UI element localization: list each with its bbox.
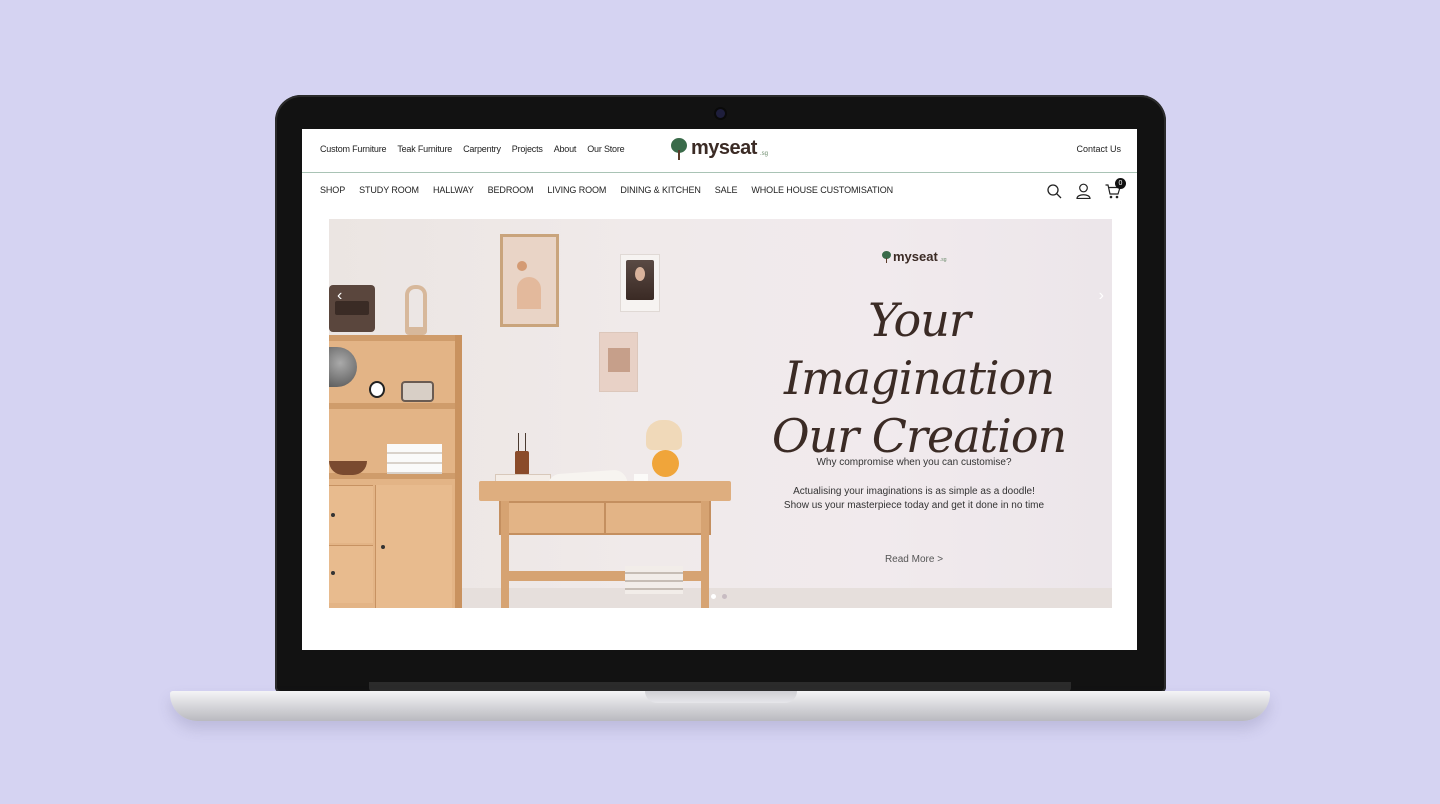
top-link-custom-furniture[interactable]: Custom Furniture [320, 144, 387, 154]
top-bar: Custom Furniture Teak Furniture Carpentr… [302, 129, 1137, 173]
top-links: Custom Furniture Teak Furniture Carpentr… [320, 144, 625, 154]
next-slide-arrow[interactable]: › [1099, 287, 1104, 305]
top-link-about[interactable]: About [554, 144, 577, 154]
nav-shop[interactable]: SHOP [320, 185, 345, 195]
logo-text: myseat [691, 137, 757, 159]
lamp-base-graphic [652, 450, 679, 477]
logo-suffix: .sg [759, 150, 768, 157]
website-screen: Custom Furniture Teak Furniture Carpentr… [302, 129, 1137, 650]
hero-logo: myseat .sg [882, 249, 946, 264]
slide-indicators [711, 594, 727, 599]
vintage-radio-graphic [329, 285, 375, 332]
hero-headline: Your Imagination Our Creation [759, 291, 1079, 465]
hero-banner: myseat .sg Your Imagination Our Creation… [329, 219, 1112, 608]
webcam [716, 109, 725, 118]
laptop-notch [645, 691, 797, 703]
portrait-photo [620, 254, 660, 312]
read-more-link[interactable]: Read More > [759, 554, 1069, 565]
wall-art-frame [500, 234, 559, 327]
hero-body: Actualising your imaginations is as simp… [759, 485, 1069, 513]
nav-living-room[interactable]: LIVING ROOM [547, 185, 606, 195]
site-logo[interactable]: myseat .sg [670, 137, 768, 160]
books-graphic [387, 444, 442, 474]
wall-photo [599, 332, 638, 392]
top-link-projects[interactable]: Projects [512, 144, 543, 154]
nav-sale[interactable]: SALE [715, 185, 738, 195]
prev-slide-arrow[interactable]: ‹ [337, 287, 342, 305]
diffuser-graphic [515, 451, 529, 475]
slide-dot-2[interactable] [722, 594, 727, 599]
user-icon[interactable] [1076, 183, 1091, 204]
desk-leg [701, 501, 709, 608]
hero-logo-text: myseat [893, 249, 938, 264]
top-link-carpentry[interactable]: Carpentry [463, 144, 501, 154]
nav-icons: 0 [1047, 177, 1126, 204]
desk-books-graphic [625, 566, 683, 594]
nav-study-room[interactable]: STUDY ROOM [359, 185, 419, 195]
nav-whole-house[interactable]: WHOLE HOUSE CUSTOMISATION [751, 185, 893, 195]
desk-top-graphic [479, 481, 731, 501]
nav-hallway[interactable]: HALLWAY [433, 185, 474, 195]
hero-subtitle: Why compromise when you can customise? [816, 457, 1012, 468]
slide-dot-1[interactable] [711, 594, 716, 599]
diffuser-sticks-graphic [518, 433, 526, 453]
clock-graphic [369, 381, 385, 398]
search-icon[interactable] [1047, 183, 1062, 204]
sculpture-graphic [405, 285, 427, 335]
hero-logo-suffix: .sg [939, 256, 947, 263]
tree-logo-icon [670, 137, 688, 160]
lamp-shade-graphic [646, 420, 682, 450]
cart-count-badge: 0 [1115, 177, 1126, 189]
hero-body-line-2: Show us your masterpiece today and get i… [783, 500, 1045, 511]
nav-dining-kitchen[interactable]: DINING & KITCHEN [620, 185, 701, 195]
tree-logo-icon [882, 250, 891, 263]
main-nav: SHOP STUDY ROOM HALLWAY BEDROOM LIVING R… [302, 173, 1137, 208]
desk-leg [501, 501, 509, 608]
contact-us-link[interactable]: Contact Us [1076, 144, 1121, 154]
headline-line-1: Your Imagination [784, 293, 1055, 405]
hero-body-line-1: Actualising your imaginations is as simp… [793, 486, 1035, 497]
nav-items: SHOP STUDY ROOM HALLWAY BEDROOM LIVING R… [320, 185, 893, 195]
cart-button[interactable]: 0 [1105, 177, 1126, 204]
small-radio-graphic [401, 381, 434, 402]
top-link-teak-furniture[interactable]: Teak Furniture [397, 144, 452, 154]
nav-bedroom[interactable]: BEDROOM [488, 185, 534, 195]
top-link-our-store[interactable]: Our Store [587, 144, 624, 154]
